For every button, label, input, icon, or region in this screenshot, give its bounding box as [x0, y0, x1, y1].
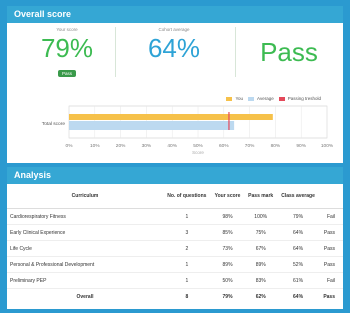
row-curriculum: Cardiorespiratory Fitness — [7, 208, 163, 225]
result-metric: Pass — [239, 27, 339, 66]
your-score-caption: Your score — [56, 27, 78, 32]
row-status: Fail — [318, 208, 343, 225]
row-questions: 3 — [163, 224, 211, 241]
col-questions: No. of questions — [163, 184, 211, 209]
x-tick-label: 30% — [142, 143, 152, 149]
x-tick-label: 80% — [271, 143, 281, 149]
row-pass-mark: 83% — [244, 272, 278, 289]
row-questions: 8 — [185, 293, 189, 300]
col-status — [318, 184, 343, 209]
row-class-average: 61% — [277, 272, 319, 289]
row-questions: 1 — [163, 272, 211, 289]
legend-label-threshold: Passing treshold — [287, 96, 321, 101]
row-class-average: 64% — [293, 293, 304, 300]
cohort-average-caption: Cohort average — [158, 27, 190, 32]
legend-label-average: Average — [257, 96, 274, 101]
row-curriculum: Early Clinical Experience — [7, 224, 163, 241]
legend-label-you: You — [235, 96, 244, 101]
x-tick-label: 90% — [296, 143, 306, 149]
your-score-metric: Your score 79% Pass — [22, 27, 112, 80]
row-status: Pass — [318, 240, 343, 257]
pass-badge: Pass — [57, 70, 76, 77]
row-class-average: 79% — [277, 208, 319, 225]
x-tick-label: 50% — [193, 143, 203, 149]
x-axis-label: Score — [192, 150, 204, 155]
row-curriculum: Personal & Professional Development — [7, 256, 163, 273]
your-score-value: 79% — [40, 33, 94, 63]
legend-swatch-you — [226, 96, 233, 101]
metric-divider — [115, 27, 116, 77]
table-row: Personal & Professional Development 1 89% 8… — [7, 256, 343, 273]
row-status: Fail — [318, 272, 343, 289]
row-your-score: 50% — [210, 272, 245, 289]
x-tick-label: 60% — [219, 143, 229, 149]
row-pass-mark: 100% — [244, 208, 278, 225]
row-questions: 1 — [163, 208, 211, 225]
row-pass-mark: 62% — [255, 293, 266, 300]
result-value: Pass — [260, 37, 318, 67]
row-pass-mark: 75% — [244, 224, 278, 241]
x-tick-label: 10% — [90, 143, 100, 149]
row-your-score: 73% — [210, 240, 245, 257]
category-label: Total score — [42, 121, 66, 127]
row-curriculum: Life Cycle — [7, 240, 163, 257]
col-pass-mark: Pass mark — [244, 184, 278, 209]
cohort-average-metric: Cohort average 64% — [124, 27, 224, 62]
analysis-panel: Analysis Curriculum No. of questions You… — [7, 167, 343, 309]
row-your-score: 89% — [210, 256, 245, 273]
chart-legend: You Average Passing treshold — [226, 96, 321, 101]
legend-swatch-average — [248, 96, 255, 101]
overall-score-panel: Overall score Your score 79% Pass Cohort… — [7, 6, 343, 163]
row-your-score: 79% — [222, 293, 233, 300]
overall-row: Overall 8 79% 62% 64% Pass — [7, 289, 343, 305]
x-tick-label: 40% — [167, 143, 177, 149]
legend-swatch-threshold — [278, 96, 285, 101]
x-tick-label: 0% — [66, 143, 74, 149]
row-class-average: 64% — [277, 240, 319, 257]
row-status: Pass — [318, 224, 343, 241]
col-class-average: Class average — [277, 184, 319, 209]
col-your-score: Your score — [210, 184, 245, 209]
row-curriculum: Overall — [76, 293, 94, 300]
table-row: Early Clinical Experience 3 85% 75% 64% Pass — [7, 224, 343, 241]
x-tick-label: 100% — [321, 143, 334, 149]
row-questions: 1 — [163, 256, 211, 273]
analysis-table: Curriculum No. of questions Your score P… — [7, 184, 343, 304]
row-class-average: 52% — [277, 256, 319, 273]
row-pass-mark: 67% — [244, 240, 278, 257]
analysis-title: Analysis — [7, 167, 343, 184]
row-your-score: 85% — [210, 224, 245, 241]
table-row: Cardiorespiratory Fitness 1 98% 100% 79% Fail — [7, 208, 343, 225]
row-status: Pass — [323, 293, 335, 300]
metric-divider — [235, 27, 236, 77]
bar-you — [69, 114, 273, 120]
row-pass-mark: 89% — [244, 256, 278, 273]
table-row: Preliminary PEP 1 50% 83% 61% Fail — [7, 272, 343, 289]
table-row: Life Cycle 2 73% 67% 64% Pass — [7, 240, 343, 257]
cohort-average-value: 64% — [147, 33, 201, 63]
row-your-score: 98% — [210, 208, 245, 225]
x-tick-label: 20% — [116, 143, 126, 149]
score-chart: 0% 10% 20% 30% 40% 50% 60% 70% 80% 90% 100% Total s… — [42, 105, 334, 155]
bar-average — [69, 121, 235, 130]
row-questions: 2 — [163, 240, 211, 257]
col-curriculum: Curriculum — [7, 184, 163, 209]
row-status: Pass — [318, 256, 343, 273]
row-curriculum: Preliminary PEP — [7, 272, 163, 289]
analysis-header-row: Curriculum No. of questions Your score P… — [7, 184, 343, 209]
x-tick-label: 70% — [245, 143, 255, 149]
overall-score-title: Overall score — [7, 6, 343, 23]
row-class-average: 64% — [277, 224, 319, 241]
